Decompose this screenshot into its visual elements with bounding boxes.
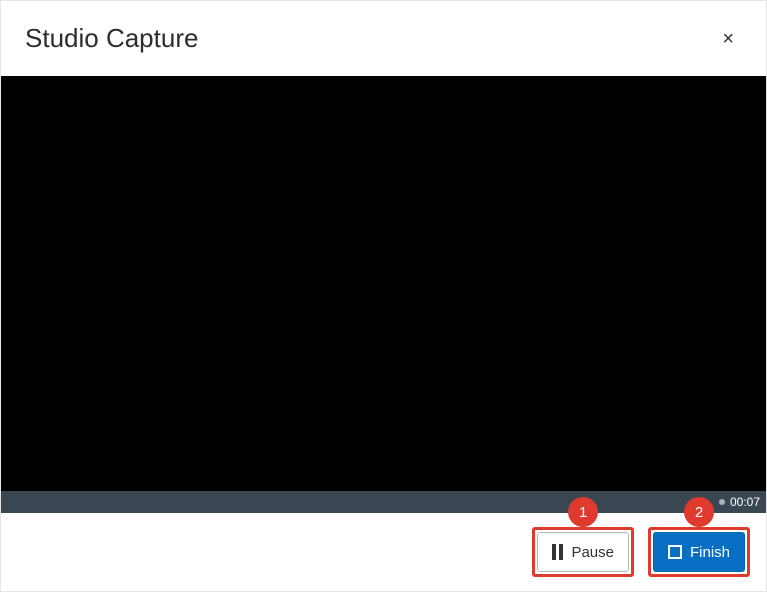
finish-button[interactable]: Finish <box>653 532 745 572</box>
pause-button[interactable]: Pause <box>537 532 629 572</box>
finish-button-label: Finish <box>690 544 730 561</box>
stop-icon <box>668 545 682 559</box>
annotation-badge-1: 1 <box>568 497 598 527</box>
pause-button-label: Pause <box>571 544 614 561</box>
recording-indicator-dot <box>719 499 725 505</box>
annotation-box-1: Pause <box>532 527 634 577</box>
annotation-2: 2 Finish <box>648 527 750 577</box>
studio-capture-dialog: Studio Capture × 00:07 1 Pause 2 Finish <box>0 0 767 592</box>
dialog-header: Studio Capture × <box>1 1 766 76</box>
recording-status-bar: 00:07 <box>1 491 766 513</box>
annotation-badge-2: 2 <box>684 497 714 527</box>
recording-timer: 00:07 <box>730 495 760 509</box>
annotation-box-2: Finish <box>648 527 750 577</box>
close-button[interactable]: × <box>714 25 742 53</box>
dialog-title: Studio Capture <box>25 23 198 54</box>
annotation-1: 1 Pause <box>532 527 634 577</box>
video-preview <box>1 76 766 491</box>
pause-icon <box>552 544 563 560</box>
dialog-footer: 1 Pause 2 Finish <box>1 513 766 591</box>
